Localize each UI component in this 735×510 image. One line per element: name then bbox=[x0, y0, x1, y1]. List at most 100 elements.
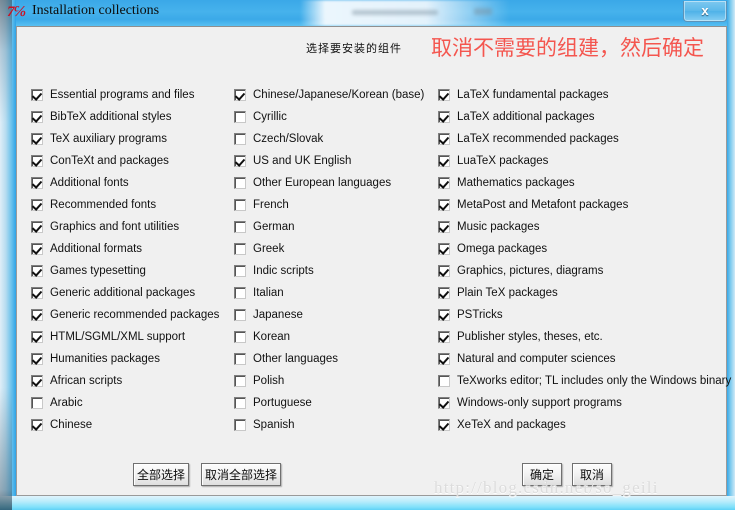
collection-row[interactable]: US and UK English bbox=[234, 150, 434, 172]
collection-label: French bbox=[253, 198, 289, 211]
checkbox-unchecked-icon[interactable] bbox=[234, 243, 246, 255]
collection-row[interactable]: BibTeX additional styles bbox=[31, 106, 231, 128]
collection-row[interactable]: French bbox=[234, 194, 434, 216]
checkbox-checked-icon[interactable] bbox=[438, 177, 450, 189]
collection-row[interactable]: Mathematics packages bbox=[438, 172, 723, 194]
checkbox-checked-icon[interactable] bbox=[438, 353, 450, 365]
collection-row[interactable]: Additional fonts bbox=[31, 172, 231, 194]
checkbox-unchecked-icon[interactable] bbox=[234, 221, 246, 233]
checkbox-unchecked-icon[interactable] bbox=[234, 199, 246, 211]
collection-row[interactable]: Humanities packages bbox=[31, 348, 231, 370]
collection-row[interactable]: Arabic bbox=[31, 392, 231, 414]
checkbox-unchecked-icon[interactable] bbox=[234, 111, 246, 123]
collection-row[interactable]: Games typesetting bbox=[31, 260, 231, 282]
checkbox-unchecked-icon[interactable] bbox=[234, 331, 246, 343]
checkbox-unchecked-icon[interactable] bbox=[438, 375, 450, 387]
checkbox-checked-icon[interactable] bbox=[438, 287, 450, 299]
checkbox-checked-icon[interactable] bbox=[31, 353, 43, 365]
checkbox-checked-icon[interactable] bbox=[31, 243, 43, 255]
checkbox-checked-icon[interactable] bbox=[438, 155, 450, 167]
checkbox-checked-icon[interactable] bbox=[31, 111, 43, 123]
checkbox-checked-icon[interactable] bbox=[31, 133, 43, 145]
checkbox-checked-icon[interactable] bbox=[438, 309, 450, 321]
checkbox-checked-icon[interactable] bbox=[31, 155, 43, 167]
collection-row[interactable]: Korean bbox=[234, 326, 434, 348]
collection-row[interactable]: Recommended fonts bbox=[31, 194, 231, 216]
checkbox-unchecked-icon[interactable] bbox=[234, 375, 246, 387]
checkbox-checked-icon[interactable] bbox=[31, 287, 43, 299]
collection-row[interactable]: Music packages bbox=[438, 216, 723, 238]
collection-row[interactable]: Essential programs and files bbox=[31, 84, 231, 106]
collection-row[interactable]: Polish bbox=[234, 370, 434, 392]
collection-row[interactable]: Spanish bbox=[234, 414, 434, 436]
collection-row[interactable]: Portuguese bbox=[234, 392, 434, 414]
checkbox-checked-icon[interactable] bbox=[31, 375, 43, 387]
collection-row[interactable]: LaTeX additional packages bbox=[438, 106, 723, 128]
collection-row[interactable]: Italian bbox=[234, 282, 434, 304]
collection-row[interactable]: PSTricks bbox=[438, 304, 723, 326]
checkbox-checked-icon[interactable] bbox=[31, 419, 43, 431]
collection-label: Other languages bbox=[253, 352, 339, 365]
checkbox-unchecked-icon[interactable] bbox=[234, 419, 246, 431]
collection-row[interactable]: German bbox=[234, 216, 434, 238]
checkbox-checked-icon[interactable] bbox=[438, 89, 450, 101]
checkbox-checked-icon[interactable] bbox=[234, 89, 246, 101]
collection-row[interactable]: LaTeX fundamental packages bbox=[438, 84, 723, 106]
checkbox-checked-icon[interactable] bbox=[31, 89, 43, 101]
checkbox-unchecked-icon[interactable] bbox=[234, 397, 246, 409]
checkbox-checked-icon[interactable] bbox=[438, 265, 450, 277]
checkbox-checked-icon[interactable] bbox=[438, 419, 450, 431]
collection-row[interactable]: ConTeXt and packages bbox=[31, 150, 231, 172]
checkbox-checked-icon[interactable] bbox=[438, 397, 450, 409]
collection-row[interactable]: Cyrillic bbox=[234, 106, 434, 128]
collection-row[interactable]: HTML/SGML/XML support bbox=[31, 326, 231, 348]
collection-row[interactable]: Other languages bbox=[234, 348, 434, 370]
checkbox-checked-icon[interactable] bbox=[31, 199, 43, 211]
collection-row[interactable]: Indic scripts bbox=[234, 260, 434, 282]
collection-row[interactable]: Plain TeX packages bbox=[438, 282, 723, 304]
collection-row[interactable]: Other European languages bbox=[234, 172, 434, 194]
collection-row[interactable]: Windows-only support programs bbox=[438, 392, 723, 414]
checkbox-unchecked-icon[interactable] bbox=[234, 309, 246, 321]
collection-row[interactable]: Greek bbox=[234, 238, 434, 260]
checkbox-checked-icon[interactable] bbox=[31, 177, 43, 189]
checkbox-checked-icon[interactable] bbox=[31, 309, 43, 321]
collection-row[interactable]: Generic recommended packages bbox=[31, 304, 231, 326]
checkbox-checked-icon[interactable] bbox=[234, 155, 246, 167]
deselect-all-button[interactable]: 取消全部选择 bbox=[201, 463, 281, 486]
collection-row[interactable]: XeTeX and packages bbox=[438, 414, 723, 436]
checkbox-checked-icon[interactable] bbox=[438, 133, 450, 145]
collection-row[interactable]: TeXworks editor; TL includes only the Wi… bbox=[438, 370, 731, 392]
collection-row[interactable]: Omega packages bbox=[438, 238, 723, 260]
collection-row[interactable]: Japanese bbox=[234, 304, 434, 326]
collection-row[interactable]: Graphics, pictures, diagrams bbox=[438, 260, 723, 282]
checkbox-checked-icon[interactable] bbox=[438, 221, 450, 233]
checkbox-unchecked-icon[interactable] bbox=[31, 397, 43, 409]
checkbox-checked-icon[interactable] bbox=[438, 331, 450, 343]
collection-row[interactable]: Additional formats bbox=[31, 238, 231, 260]
collection-row[interactable]: Chinese/Japanese/Korean (base) bbox=[234, 84, 434, 106]
collection-row[interactable]: LuaTeX packages bbox=[438, 150, 723, 172]
checkbox-unchecked-icon[interactable] bbox=[234, 177, 246, 189]
collection-row[interactable]: MetaPost and Metafont packages bbox=[438, 194, 723, 216]
select-all-button[interactable]: 全部选择 bbox=[133, 463, 189, 486]
collection-row[interactable]: TeX auxiliary programs bbox=[31, 128, 231, 150]
checkbox-checked-icon[interactable] bbox=[31, 331, 43, 343]
checkbox-checked-icon[interactable] bbox=[438, 243, 450, 255]
collection-row[interactable]: Chinese bbox=[31, 414, 231, 436]
checkbox-unchecked-icon[interactable] bbox=[234, 133, 246, 145]
checkbox-checked-icon[interactable] bbox=[31, 221, 43, 233]
collection-row[interactable]: Publisher styles, theses, etc. bbox=[438, 326, 723, 348]
collection-row[interactable]: Generic additional packages bbox=[31, 282, 231, 304]
collection-row[interactable]: African scripts bbox=[31, 370, 231, 392]
checkbox-unchecked-icon[interactable] bbox=[234, 353, 246, 365]
checkbox-checked-icon[interactable] bbox=[31, 265, 43, 277]
checkbox-checked-icon[interactable] bbox=[438, 199, 450, 211]
collection-row[interactable]: LaTeX recommended packages bbox=[438, 128, 723, 150]
checkbox-unchecked-icon[interactable] bbox=[234, 287, 246, 299]
checkbox-checked-icon[interactable] bbox=[438, 111, 450, 123]
collection-row[interactable]: Graphics and font utilities bbox=[31, 216, 231, 238]
checkbox-unchecked-icon[interactable] bbox=[234, 265, 246, 277]
collection-row[interactable]: Czech/Slovak bbox=[234, 128, 434, 150]
collection-row[interactable]: Natural and computer sciences bbox=[438, 348, 723, 370]
